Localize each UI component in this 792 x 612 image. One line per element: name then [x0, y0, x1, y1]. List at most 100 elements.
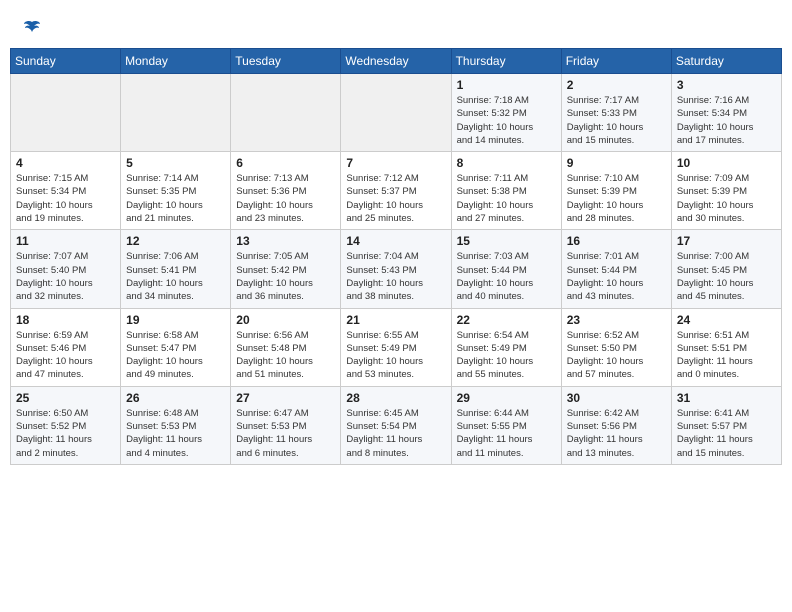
- calendar-cell: 3 Sunrise: 7:16 AM Sunset: 5:34 PM Daylig…: [671, 74, 781, 152]
- day-number: 21: [346, 313, 445, 327]
- day-info: Sunrise: 6:48 AM Sunset: 5:53 PM Dayligh…: [126, 407, 225, 460]
- day-number: 30: [567, 391, 666, 405]
- day-of-week-header: Friday: [561, 49, 671, 74]
- day-number: 16: [567, 234, 666, 248]
- day-number: 2: [567, 78, 666, 92]
- day-info: Sunrise: 7:09 AM Sunset: 5:39 PM Dayligh…: [677, 172, 776, 225]
- calendar-cell: [341, 74, 451, 152]
- calendar-cell: 6 Sunrise: 7:13 AM Sunset: 5:36 PM Daylig…: [231, 152, 341, 230]
- day-number: 18: [16, 313, 115, 327]
- calendar-cell: [231, 74, 341, 152]
- calendar-cell: 10 Sunrise: 7:09 AM Sunset: 5:39 PM Dayli…: [671, 152, 781, 230]
- day-of-week-header: Thursday: [451, 49, 561, 74]
- day-number: 9: [567, 156, 666, 170]
- day-number: 25: [16, 391, 115, 405]
- calendar-cell: 4 Sunrise: 7:15 AM Sunset: 5:34 PM Daylig…: [11, 152, 121, 230]
- day-number: 7: [346, 156, 445, 170]
- day-number: 29: [457, 391, 556, 405]
- day-info: Sunrise: 7:17 AM Sunset: 5:33 PM Dayligh…: [567, 94, 666, 147]
- day-info: Sunrise: 6:51 AM Sunset: 5:51 PM Dayligh…: [677, 329, 776, 382]
- day-number: 14: [346, 234, 445, 248]
- calendar-cell: 12 Sunrise: 7:06 AM Sunset: 5:41 PM Dayli…: [121, 230, 231, 308]
- day-number: 27: [236, 391, 335, 405]
- calendar-cell: 20 Sunrise: 6:56 AM Sunset: 5:48 PM Dayli…: [231, 308, 341, 386]
- calendar-cell: 8Sunrise: 7:11 AM Sunset: 5:38 PM Daylig…: [451, 152, 561, 230]
- calendar-cell: 11 Sunrise: 7:07 AM Sunset: 5:40 PM Dayli…: [11, 230, 121, 308]
- day-number: 17: [677, 234, 776, 248]
- day-of-week-header: Monday: [121, 49, 231, 74]
- day-number: 26: [126, 391, 225, 405]
- day-info: Sunrise: 7:01 AM Sunset: 5:44 PM Dayligh…: [567, 250, 666, 303]
- day-number: 5: [126, 156, 225, 170]
- day-info: Sunrise: 7:07 AM Sunset: 5:40 PM Dayligh…: [16, 250, 115, 303]
- day-info: Sunrise: 7:06 AM Sunset: 5:41 PM Dayligh…: [126, 250, 225, 303]
- calendar-week-row: 11 Sunrise: 7:07 AM Sunset: 5:40 PM Dayli…: [11, 230, 782, 308]
- calendar-cell: 5 Sunrise: 7:14 AM Sunset: 5:35 PM Daylig…: [121, 152, 231, 230]
- day-number: 28: [346, 391, 445, 405]
- day-number: 31: [677, 391, 776, 405]
- calendar-week-row: 25Sunrise: 6:50 AM Sunset: 5:52 PM Dayli…: [11, 386, 782, 464]
- calendar-cell: 14 Sunrise: 7:04 AM Sunset: 5:43 PM Dayli…: [341, 230, 451, 308]
- logo: [20, 18, 42, 38]
- calendar-cell: 30 Sunrise: 6:42 AM Sunset: 5:56 PM Dayli…: [561, 386, 671, 464]
- days-of-week-row: SundayMondayTuesdayWednesdayThursdayFrid…: [11, 49, 782, 74]
- day-number: 11: [16, 234, 115, 248]
- calendar-cell: 2 Sunrise: 7:17 AM Sunset: 5:33 PM Daylig…: [561, 74, 671, 152]
- calendar-cell: 29 Sunrise: 6:44 AM Sunset: 5:55 PM Dayli…: [451, 386, 561, 464]
- day-of-week-header: Sunday: [11, 49, 121, 74]
- day-info: Sunrise: 7:16 AM Sunset: 5:34 PM Dayligh…: [677, 94, 776, 147]
- calendar-cell: 7 Sunrise: 7:12 AM Sunset: 5:37 PM Daylig…: [341, 152, 451, 230]
- day-number: 20: [236, 313, 335, 327]
- day-info: Sunrise: 7:13 AM Sunset: 5:36 PM Dayligh…: [236, 172, 335, 225]
- calendar-cell: 16 Sunrise: 7:01 AM Sunset: 5:44 PM Dayli…: [561, 230, 671, 308]
- day-number: 12: [126, 234, 225, 248]
- day-number: 15: [457, 234, 556, 248]
- day-info: Sunrise: 6:55 AM Sunset: 5:49 PM Dayligh…: [346, 329, 445, 382]
- calendar-cell: [121, 74, 231, 152]
- calendar-cell: 17 Sunrise: 7:00 AM Sunset: 5:45 PM Dayli…: [671, 230, 781, 308]
- day-info: Sunrise: 6:42 AM Sunset: 5:56 PM Dayligh…: [567, 407, 666, 460]
- day-info: Sunrise: 7:04 AM Sunset: 5:43 PM Dayligh…: [346, 250, 445, 303]
- day-info: Sunrise: 6:59 AM Sunset: 5:46 PM Dayligh…: [16, 329, 115, 382]
- day-number: 23: [567, 313, 666, 327]
- calendar-cell: 24 Sunrise: 6:51 AM Sunset: 5:51 PM Dayli…: [671, 308, 781, 386]
- calendar-cell: 25Sunrise: 6:50 AM Sunset: 5:52 PM Dayli…: [11, 386, 121, 464]
- day-info: Sunrise: 7:14 AM Sunset: 5:35 PM Dayligh…: [126, 172, 225, 225]
- day-of-week-header: Wednesday: [341, 49, 451, 74]
- day-info: Sunrise: 6:54 AM Sunset: 5:49 PM Dayligh…: [457, 329, 556, 382]
- day-info: Sunrise: 6:58 AM Sunset: 5:47 PM Dayligh…: [126, 329, 225, 382]
- calendar-body: 1 Sunrise: 7:18 AM Sunset: 5:32 PM Daylig…: [11, 74, 782, 465]
- calendar-cell: 9 Sunrise: 7:10 AM Sunset: 5:39 PM Daylig…: [561, 152, 671, 230]
- day-number: 6: [236, 156, 335, 170]
- day-number: 4: [16, 156, 115, 170]
- calendar-table: SundayMondayTuesdayWednesdayThursdayFrid…: [10, 48, 782, 465]
- day-number: 24: [677, 313, 776, 327]
- bird-icon: [22, 18, 42, 38]
- day-number: 10: [677, 156, 776, 170]
- day-info: Sunrise: 7:12 AM Sunset: 5:37 PM Dayligh…: [346, 172, 445, 225]
- day-number: 19: [126, 313, 225, 327]
- day-info: Sunrise: 7:15 AM Sunset: 5:34 PM Dayligh…: [16, 172, 115, 225]
- calendar-cell: 22Sunrise: 6:54 AM Sunset: 5:49 PM Dayli…: [451, 308, 561, 386]
- calendar-cell: 31Sunrise: 6:41 AM Sunset: 5:57 PM Dayli…: [671, 386, 781, 464]
- day-number: 3: [677, 78, 776, 92]
- day-number: 8: [457, 156, 556, 170]
- day-info: Sunrise: 6:47 AM Sunset: 5:53 PM Dayligh…: [236, 407, 335, 460]
- day-number: 1: [457, 78, 556, 92]
- calendar-cell: [11, 74, 121, 152]
- day-info: Sunrise: 7:05 AM Sunset: 5:42 PM Dayligh…: [236, 250, 335, 303]
- calendar-cell: 1 Sunrise: 7:18 AM Sunset: 5:32 PM Daylig…: [451, 74, 561, 152]
- day-info: Sunrise: 7:18 AM Sunset: 5:32 PM Dayligh…: [457, 94, 556, 147]
- day-info: Sunrise: 6:56 AM Sunset: 5:48 PM Dayligh…: [236, 329, 335, 382]
- calendar-week-row: 1 Sunrise: 7:18 AM Sunset: 5:32 PM Daylig…: [11, 74, 782, 152]
- day-info: Sunrise: 6:44 AM Sunset: 5:55 PM Dayligh…: [457, 407, 556, 460]
- day-info: Sunrise: 6:45 AM Sunset: 5:54 PM Dayligh…: [346, 407, 445, 460]
- calendar-cell: 26 Sunrise: 6:48 AM Sunset: 5:53 PM Dayli…: [121, 386, 231, 464]
- page-header: [10, 10, 782, 42]
- day-info: Sunrise: 6:52 AM Sunset: 5:50 PM Dayligh…: [567, 329, 666, 382]
- calendar-week-row: 4 Sunrise: 7:15 AM Sunset: 5:34 PM Daylig…: [11, 152, 782, 230]
- calendar-cell: 19 Sunrise: 6:58 AM Sunset: 5:47 PM Dayli…: [121, 308, 231, 386]
- day-info: Sunrise: 7:10 AM Sunset: 5:39 PM Dayligh…: [567, 172, 666, 225]
- calendar-cell: 18 Sunrise: 6:59 AM Sunset: 5:46 PM Dayli…: [11, 308, 121, 386]
- day-info: Sunrise: 7:00 AM Sunset: 5:45 PM Dayligh…: [677, 250, 776, 303]
